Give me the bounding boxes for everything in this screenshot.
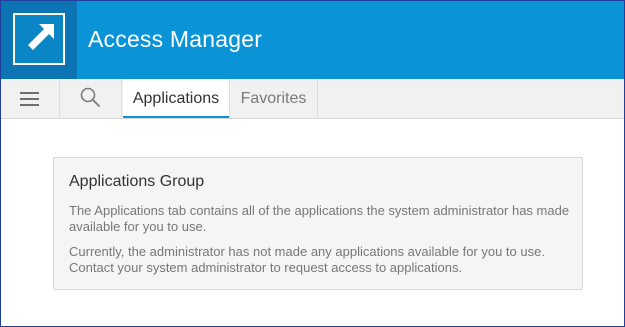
tab-favorites[interactable]: Favorites [230,79,317,118]
tab-applications[interactable]: Applications [123,79,229,118]
app-header: Access Manager [1,1,624,79]
app-window: Access Manager Applications Favorites Ap… [0,0,625,327]
panel-empty-message: Currently, the administrator has not mad… [69,244,545,275]
search-icon[interactable] [75,79,107,118]
applications-group-panel: Applications Group The Applications tab … [53,157,583,290]
arrow-up-left-icon [13,13,65,65]
toolbar: Applications Favorites [1,79,624,119]
panel-description: The Applications tab contains all of the… [69,203,570,234]
tab-divider [317,79,318,118]
panel-title: Applications Group [69,173,205,190]
hamburger-menu-icon[interactable] [9,79,51,118]
app-logo[interactable] [1,1,77,79]
app-title: Access Manager [88,26,263,52]
toolbar-divider [59,79,60,118]
main-content: Applications Group The Applications tab … [1,119,624,326]
toolbar-divider [121,79,122,118]
